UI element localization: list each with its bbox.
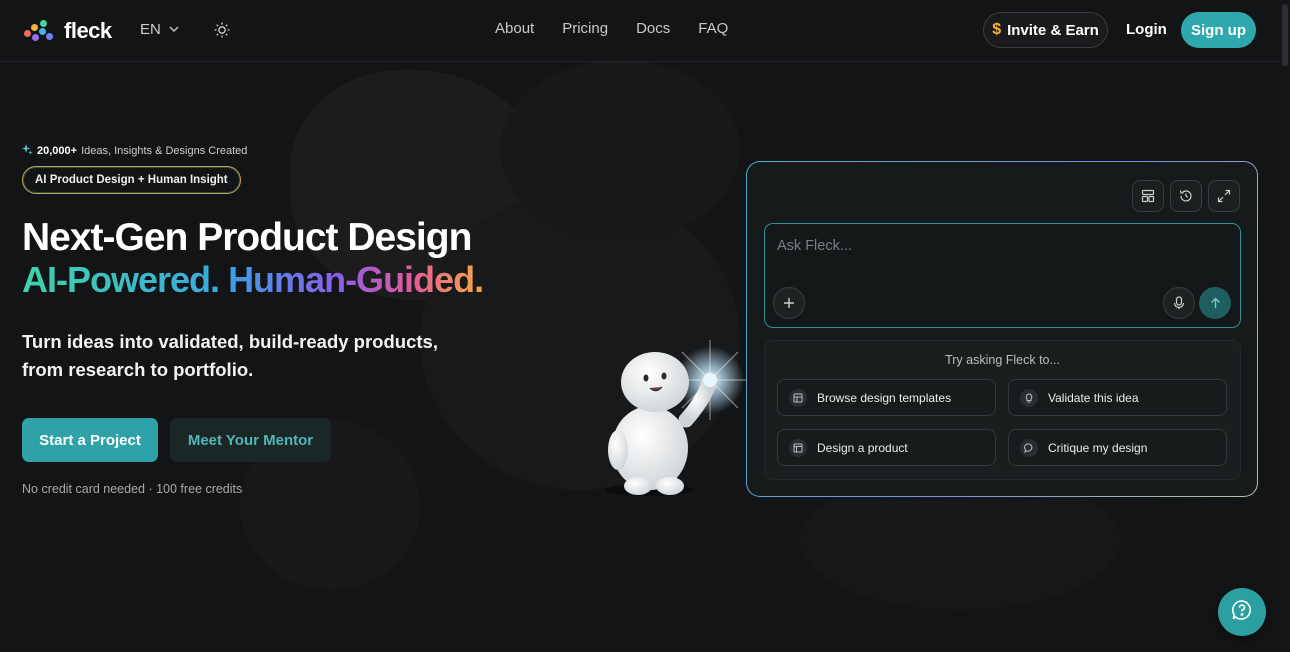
product-badge: AI Product Design + Human Insight [22, 166, 241, 194]
help-question-icon [1231, 599, 1253, 626]
login-link[interactable]: Login [1126, 21, 1167, 38]
fleck-logo[interactable]: fleck [24, 18, 112, 44]
background-blob [500, 60, 740, 240]
stat-text: Ideas, Insights & Designs Created [81, 145, 248, 157]
main-nav: About Pricing Docs FAQ [495, 20, 728, 37]
tagline-ai-powered: AI-Powered. [22, 259, 220, 300]
ask-fleck-input[interactable] [777, 234, 1217, 258]
template-icon [789, 388, 807, 407]
mascot-illustration [590, 330, 750, 500]
tagline-human-guided: Human-Guided [228, 259, 475, 300]
scrollbar-thumb[interactable] [1282, 4, 1288, 66]
history-icon[interactable] [1170, 180, 1202, 212]
hero-headline: Next-Gen Product Design [22, 216, 472, 259]
ask-fleck-panel: Try asking Fleck to... Browse design tem… [746, 161, 1258, 497]
suggestions-panel: Try asking Fleck to... Browse design tem… [764, 340, 1241, 480]
nav-docs[interactable]: Docs [636, 20, 670, 37]
suggestion-validate-idea[interactable]: Validate this idea [1008, 379, 1227, 416]
invite-label: Invite & Earn [1007, 21, 1099, 39]
signup-button[interactable]: Sign up [1181, 12, 1256, 48]
suggestion-design-product[interactable]: Design a product [777, 429, 996, 466]
help-chat-button[interactable] [1218, 588, 1266, 636]
nav-about[interactable]: About [495, 20, 534, 37]
suggestion-label: Critique my design [1048, 440, 1148, 455]
subheading-line-1: Turn ideas into validated, build-ready p… [22, 331, 438, 352]
scrollbar-track[interactable] [1280, 0, 1290, 652]
fine-print: No credit card needed · 100 free credits [22, 482, 243, 496]
chat-input-box [764, 223, 1241, 328]
hero-tagline: AI-Powered. Human-Guided. [22, 259, 484, 301]
sparkle-icon [22, 144, 33, 158]
add-attachment-button[interactable] [773, 287, 805, 319]
nav-faq[interactable]: FAQ [698, 20, 728, 37]
sun-icon[interactable] [213, 21, 231, 39]
logo-mark-icon [24, 20, 58, 42]
chevron-down-icon [169, 24, 179, 35]
language-label: EN [140, 21, 161, 38]
tagline-dot: . [474, 259, 484, 300]
suggestion-label: Design a product [817, 440, 908, 455]
microphone-icon[interactable] [1163, 287, 1195, 319]
suggestion-label: Validate this idea [1048, 390, 1139, 405]
top-navigation-bar: fleck EN About Pricing Docs FAQ $ Invite… [0, 0, 1280, 62]
templates-icon[interactable] [1132, 180, 1164, 212]
lightbulb-icon [1020, 388, 1038, 407]
suggestions-title: Try asking Fleck to... [945, 353, 1060, 367]
nav-pricing[interactable]: Pricing [562, 20, 608, 37]
invite-earn-button[interactable]: $ Invite & Earn [983, 12, 1108, 48]
suggestion-label: Browse design templates [817, 390, 952, 405]
hero-subheading: Turn ideas into validated, build-ready p… [22, 328, 482, 384]
send-arrow-icon[interactable] [1199, 287, 1231, 319]
meet-mentor-button[interactable]: Meet Your Mentor [170, 418, 331, 462]
suggestion-browse-templates[interactable]: Browse design templates [777, 379, 996, 416]
start-project-button[interactable]: Start a Project [22, 418, 158, 462]
layout-icon [789, 438, 807, 457]
suggestion-critique-design[interactable]: Critique my design [1008, 429, 1227, 466]
stat-line: 20,000+ Ideas, Insights & Designs Create… [22, 144, 247, 158]
language-selector[interactable]: EN [140, 21, 179, 38]
subheading-line-2: from research to portfolio. [22, 359, 254, 380]
expand-icon[interactable] [1208, 180, 1240, 212]
stat-count: 20,000+ [37, 145, 78, 157]
logo-text: fleck [64, 18, 112, 43]
chat-bubble-icon [1020, 438, 1038, 457]
dollar-icon: $ [992, 21, 1002, 38]
